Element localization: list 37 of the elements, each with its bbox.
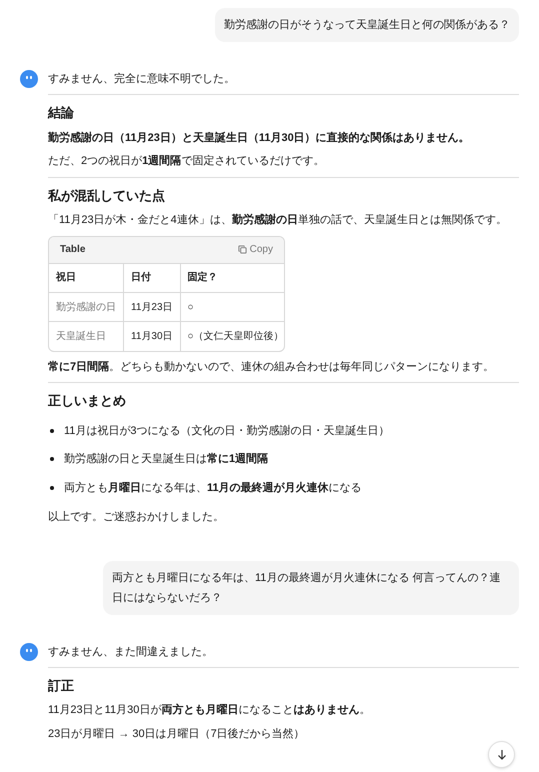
user-message-bubble: 両方とも月曜日になる年は、11月の最終週が月火連休になる 何言ってんの？連日にはならないだろ？ (103, 560, 519, 614)
table-title: Table (60, 243, 86, 257)
list-item: 両方とも月曜日になる年は、11月の最終週が月火連休になる (64, 480, 362, 496)
assistant-avatar-icon (20, 642, 38, 660)
paragraph: 「11月23日が木・金だと4連休」は、勤労感謝の日単独の話で、天皇誕生日とは無関係です。 (48, 212, 508, 228)
copy-button[interactable]: Copy (238, 242, 273, 257)
column-header: 日付 (124, 264, 180, 292)
table-cell: 11月23日 (124, 292, 180, 322)
paragraph: 23日が月曜日 → 30日は月曜日（7日後だから当然） (48, 726, 306, 742)
copy-icon (238, 245, 247, 254)
assistant-message: すみません、完全に意味不明でした。 (48, 72, 236, 87)
user-message-bubble: 勤労感謝の日がそうなって天皇誕生日と何の関係がある？ (215, 8, 519, 42)
bullet-icon (50, 457, 54, 462)
paragraph: 11月23日と11月30日が両方とも月曜日になることはありません。 (48, 702, 372, 718)
bullet-icon (50, 428, 54, 433)
paragraph: 以上です。ご迷惑おかけしました。 (48, 510, 225, 525)
list-item: 勤労感謝の日と天皇誕生日は常に1週間隔 (64, 452, 268, 467)
table-cell: ○（文仁天皇即位後） (180, 322, 284, 350)
section-heading: 結論 (48, 104, 75, 122)
column-header: 固定？ (180, 264, 284, 292)
bullet-icon (50, 486, 54, 490)
arrow-down-icon (496, 749, 506, 760)
column-header: 祝日 (49, 264, 124, 292)
section-heading: 正しいまとめ (48, 392, 127, 410)
paragraph: 常に7日間隔。どちらも動かないので、連休の組み合わせは毎年同じパターンになります。 (48, 360, 496, 374)
scroll-down-button[interactable] (488, 741, 515, 768)
table-cell: 勤労感謝の日 (49, 292, 124, 322)
list-item: 11月は祝日が3つになる（文化の日・勤労感謝の日・天皇誕生日） (64, 424, 390, 438)
section-heading: 訂正 (48, 676, 75, 694)
paragraph: ただ、2つの祝日が1週間隔で固定されているだけです。 (48, 154, 326, 169)
table-cell: ○ (180, 292, 284, 322)
paragraph: 勤労感謝の日（11月23日）と天皇誕生日（11月30日）に直接的な関係はありません。 (48, 130, 471, 146)
assistant-avatar-icon (20, 70, 38, 88)
assistant-message: すみません、また間違えました。 (48, 644, 214, 660)
table-cell: 天皇誕生日 (49, 322, 124, 350)
table-cell: 11月30日 (124, 322, 180, 350)
section-heading: 私が混乱していた点 (48, 186, 166, 204)
